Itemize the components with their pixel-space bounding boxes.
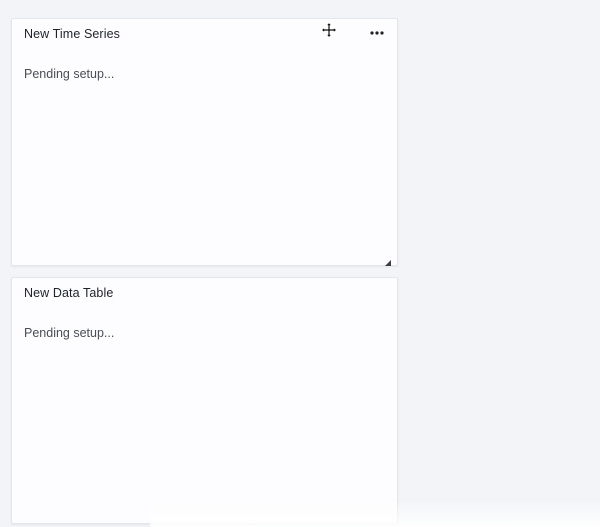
panel-title: New Data Table <box>24 286 114 300</box>
move-icon[interactable] <box>321 22 337 38</box>
more-menu-icon[interactable] <box>369 26 385 38</box>
resize-handle-icon[interactable] <box>385 253 391 266</box>
dashboard-panel-data-table[interactable]: New Data Table Pending setup... <box>11 277 398 524</box>
panel-title: New Time Series <box>24 27 120 41</box>
dashboard-panel-time-series[interactable]: New Time Series Pending setup... <box>11 18 398 266</box>
panel-status-text: Pending setup... <box>24 67 115 81</box>
panel-status-text: Pending setup... <box>24 326 115 340</box>
